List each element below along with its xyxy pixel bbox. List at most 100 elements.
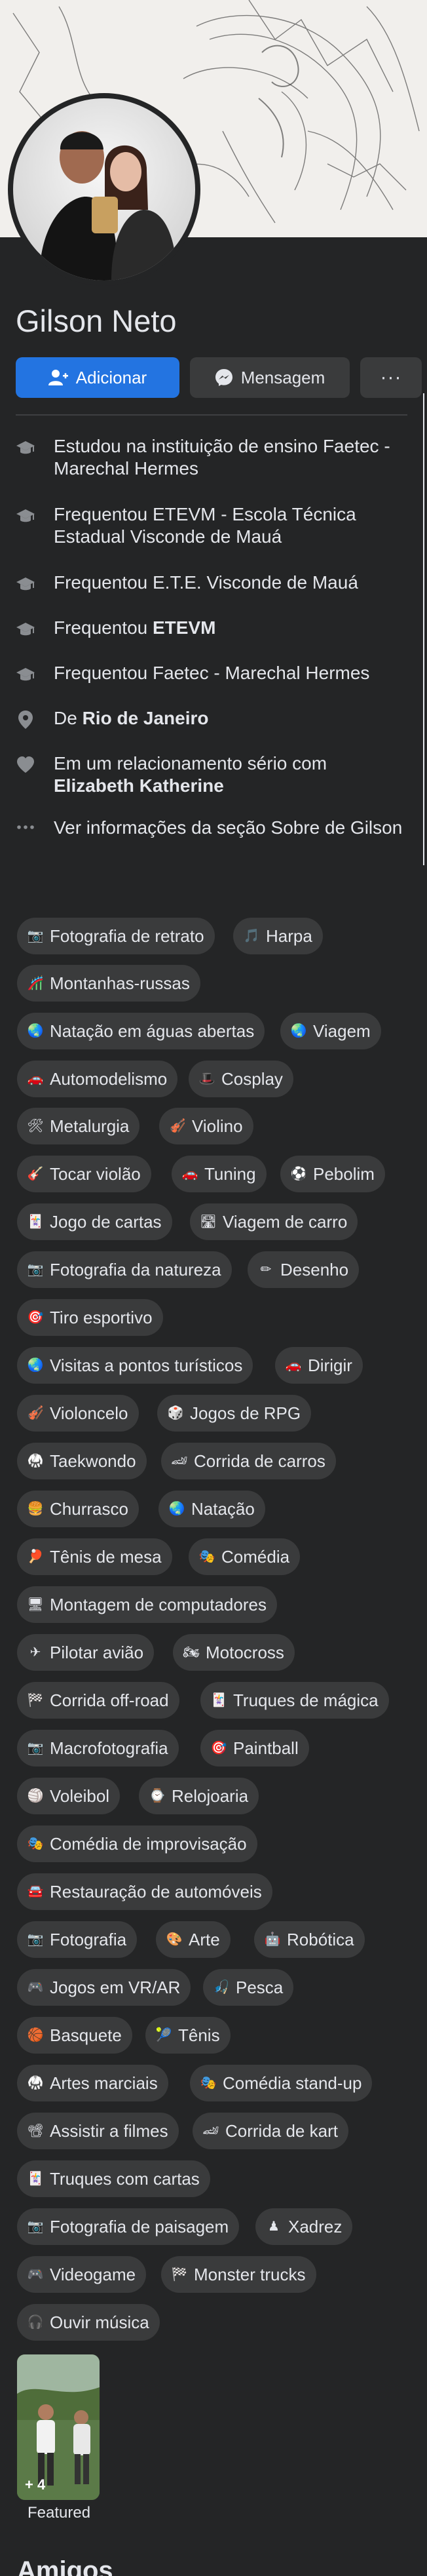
hobby-chip[interactable]: 🛠 Metalurgia: [17, 1108, 140, 1144]
hobby-label: Pilotar avião: [50, 1642, 144, 1662]
message-button[interactable]: Mensagem: [190, 357, 350, 398]
hobby-chip[interactable]: 🎻 Violoncelo: [17, 1395, 139, 1432]
hobby-chip[interactable]: 🌏 Visitas a pontos turísticos: [17, 1347, 253, 1384]
intro-item-education[interactable]: Frequentou E.T.E. Visconde de Mauá: [16, 572, 409, 594]
hobby-chip[interactable]: 🤖 Robótica: [254, 1921, 365, 1958]
hobby-chip[interactable]: 🎾 Tênis: [145, 2017, 231, 2054]
hobby-chip[interactable]: 🎯 Tiro esportivo: [17, 1299, 163, 1336]
intro-text-bold[interactable]: ETEVM: [153, 617, 215, 638]
camera-icon: 📷: [27, 929, 44, 943]
playing-card-icon: 🃏: [210, 1693, 227, 1708]
hobby-chip[interactable]: ⚽ Pebolim: [280, 1156, 385, 1192]
hobby-chip[interactable]: 🚗 Tuning: [172, 1156, 267, 1192]
hobby-label: Comédia: [221, 1546, 290, 1567]
intro-text-bold[interactable]: Elizabeth Katherine: [54, 775, 224, 796]
hobby-label: Corrida de carros: [194, 1451, 325, 1471]
intro-item-education[interactable]: Estudou na instituição de ensino Faetec …: [16, 435, 409, 480]
hobby-chip[interactable]: 🎭 Comédia de improvisação: [17, 1825, 257, 1862]
intro-item-education[interactable]: Frequentou ETEVM - Escola Técnica Estadu…: [16, 503, 409, 548]
hobby-chip[interactable]: 🎧 Ouvir música: [17, 2304, 160, 2341]
intro-item-education[interactable]: Frequentou Faetec - Marechal Hermes: [16, 662, 409, 684]
hobby-chip[interactable]: 🏁 Monster trucks: [161, 2256, 316, 2293]
intro-text: Estudou na instituição de ensino Faetec …: [54, 436, 390, 478]
hobby-chip[interactable]: 🎵 Harpa: [233, 918, 323, 954]
hobby-chip[interactable]: 🃏 Jogo de cartas: [17, 1203, 172, 1240]
hobby-chip[interactable]: 🏍 Motocross: [173, 1634, 295, 1671]
add-friend-button[interactable]: Adicionar: [16, 357, 179, 398]
hobby-label: Violino: [192, 1116, 243, 1136]
hobby-label: Automodelismo: [50, 1068, 168, 1089]
hobby-chip[interactable]: 📷 Fotografia da natureza: [17, 1251, 232, 1288]
hobby-chip[interactable]: 🎮 Videogame: [17, 2256, 147, 2293]
hobby-label: Dirigir: [308, 1355, 352, 1375]
hobby-chip[interactable]: 🏎 Corrida de kart: [193, 2113, 348, 2149]
hobby-chip[interactable]: 🎯 Paintball: [200, 1730, 309, 1766]
intro-item-relationship[interactable]: Em um relacionamento sério com Elizabeth…: [16, 752, 409, 797]
hobby-chip[interactable]: 🏓 Tênis de mesa: [17, 1538, 172, 1575]
more-options-button[interactable]: ···: [360, 357, 422, 398]
hobby-label: Videogame: [50, 2264, 136, 2284]
intro-text: Frequentou Faetec - Marechal Hermes: [54, 663, 370, 683]
featured-collection[interactable]: + 4: [17, 2354, 100, 2500]
theater-masks-icon: 🎭: [200, 2076, 217, 2090]
hobby-chip[interactable]: 🎮 Jogos em VR/AR: [17, 1969, 191, 2006]
hobby-chip[interactable]: 📷 Fotografia: [17, 1921, 138, 1958]
hobby-chip[interactable]: 🛣 Viagem de carro: [190, 1203, 358, 1240]
hobby-chip[interactable]: 🍔 Churrasco: [17, 1491, 139, 1527]
hobby-chip[interactable]: 🃏 Truques com cartas: [17, 2160, 210, 2197]
globe-icon: 🌏: [168, 1502, 185, 1516]
hobby-chip[interactable]: 📷 Fotografia de paisagem: [17, 2208, 240, 2245]
hobby-chip[interactable]: 🎭 Comédia: [189, 1538, 301, 1575]
intro-text-bold[interactable]: Rio de Janeiro: [83, 708, 209, 728]
intro-item-education[interactable]: Frequentou ETEVM: [16, 617, 409, 639]
hobby-chip[interactable]: 🏁 Corrida off-road: [17, 1682, 179, 1719]
hobby-label: Viagem de carro: [223, 1211, 348, 1232]
hobby-chip[interactable]: 🏀 Basquete: [17, 2017, 132, 2054]
hobby-chip[interactable]: 🎸 Tocar violão: [17, 1156, 151, 1192]
hobby-chip[interactable]: 🎲 Jogos de RPG: [157, 1395, 312, 1432]
hobby-chip[interactable]: ✈ Pilotar avião: [17, 1634, 155, 1671]
hobby-label: Macrofotografia: [50, 1738, 168, 1758]
hobby-label: Cosplay: [221, 1068, 283, 1089]
hobby-label: Arte: [189, 1929, 220, 1949]
hobby-chip[interactable]: ✏ Desenho: [248, 1251, 360, 1288]
hobby-chip[interactable]: 🥋 Taekwondo: [17, 1443, 147, 1479]
hobby-chip[interactable]: 🎻 Violino: [159, 1108, 253, 1144]
watch-icon: ⌚: [149, 1789, 166, 1803]
hobby-label: Comédia de improvisação: [50, 1833, 247, 1854]
hobby-chip[interactable]: 🌏 Viagem: [280, 1013, 381, 1049]
hobby-chip[interactable]: 🚗 Automodelismo: [17, 1061, 178, 1097]
hobby-chip[interactable]: 🚘 Restauração de automóveis: [17, 1873, 272, 1910]
graduation-cap-icon: [16, 506, 35, 526]
hobby-chip[interactable]: 🎢 Montanhas-russas: [17, 965, 200, 1002]
intro-item-hometown[interactable]: De Rio de Janeiro: [16, 707, 409, 730]
hobby-chip[interactable]: 🏐 Voleibol: [17, 1778, 121, 1814]
hobby-chip[interactable]: 📽 Assistir a filmes: [17, 2113, 179, 2149]
hobby-chip[interactable]: ♟ Xadrez: [255, 2208, 353, 2245]
hobby-chip[interactable]: 🏎 Corrida de carros: [161, 1443, 336, 1479]
hobby-chip[interactable]: 📷 Fotografia de retrato: [17, 918, 215, 954]
heart-icon: [16, 755, 35, 775]
hobby-chip[interactable]: 🎩 Cosplay: [189, 1061, 293, 1097]
hobby-chip[interactable]: 📷 Macrofotografia: [17, 1730, 179, 1766]
race-car-icon: 🏎: [202, 2124, 219, 2138]
hobby-chip[interactable]: 🥋 Artes marciais: [17, 2065, 168, 2101]
see-about-link[interactable]: Ver informações da seção Sobre de Gilson: [16, 817, 409, 839]
hobby-chip[interactable]: 🌏 Natação: [158, 1491, 265, 1527]
hobby-chip[interactable]: ⌚ Relojoaria: [139, 1778, 259, 1814]
scrollbar-track[interactable]: [423, 393, 424, 865]
hobby-chip[interactable]: 🃏 Truques de mágica: [200, 1682, 389, 1719]
hobby-chip[interactable]: 🌏 Natação em águas abertas: [17, 1013, 265, 1049]
fishing-rod-icon: 🎣: [213, 1980, 230, 1995]
graduation-cap-icon: [16, 665, 35, 684]
globe-icon: 🌏: [27, 1024, 44, 1038]
hobby-chip[interactable]: 🎣 Pesca: [203, 1969, 294, 2006]
hobby-chip[interactable]: 🎨 Arte: [156, 1921, 231, 1958]
hobby-chip[interactable]: 🚗 Dirigir: [275, 1347, 363, 1384]
profile-avatar[interactable]: [8, 93, 200, 286]
hobby-chip[interactable]: 🖥 Montagem de computadores: [17, 1586, 277, 1623]
headphones-icon: 🎧: [27, 2315, 44, 2330]
hobby-label: Desenho: [280, 1259, 349, 1279]
hobby-chip[interactable]: 🎭 Comédia stand-up: [190, 2065, 373, 2101]
graduation-cap-icon: [16, 438, 35, 458]
